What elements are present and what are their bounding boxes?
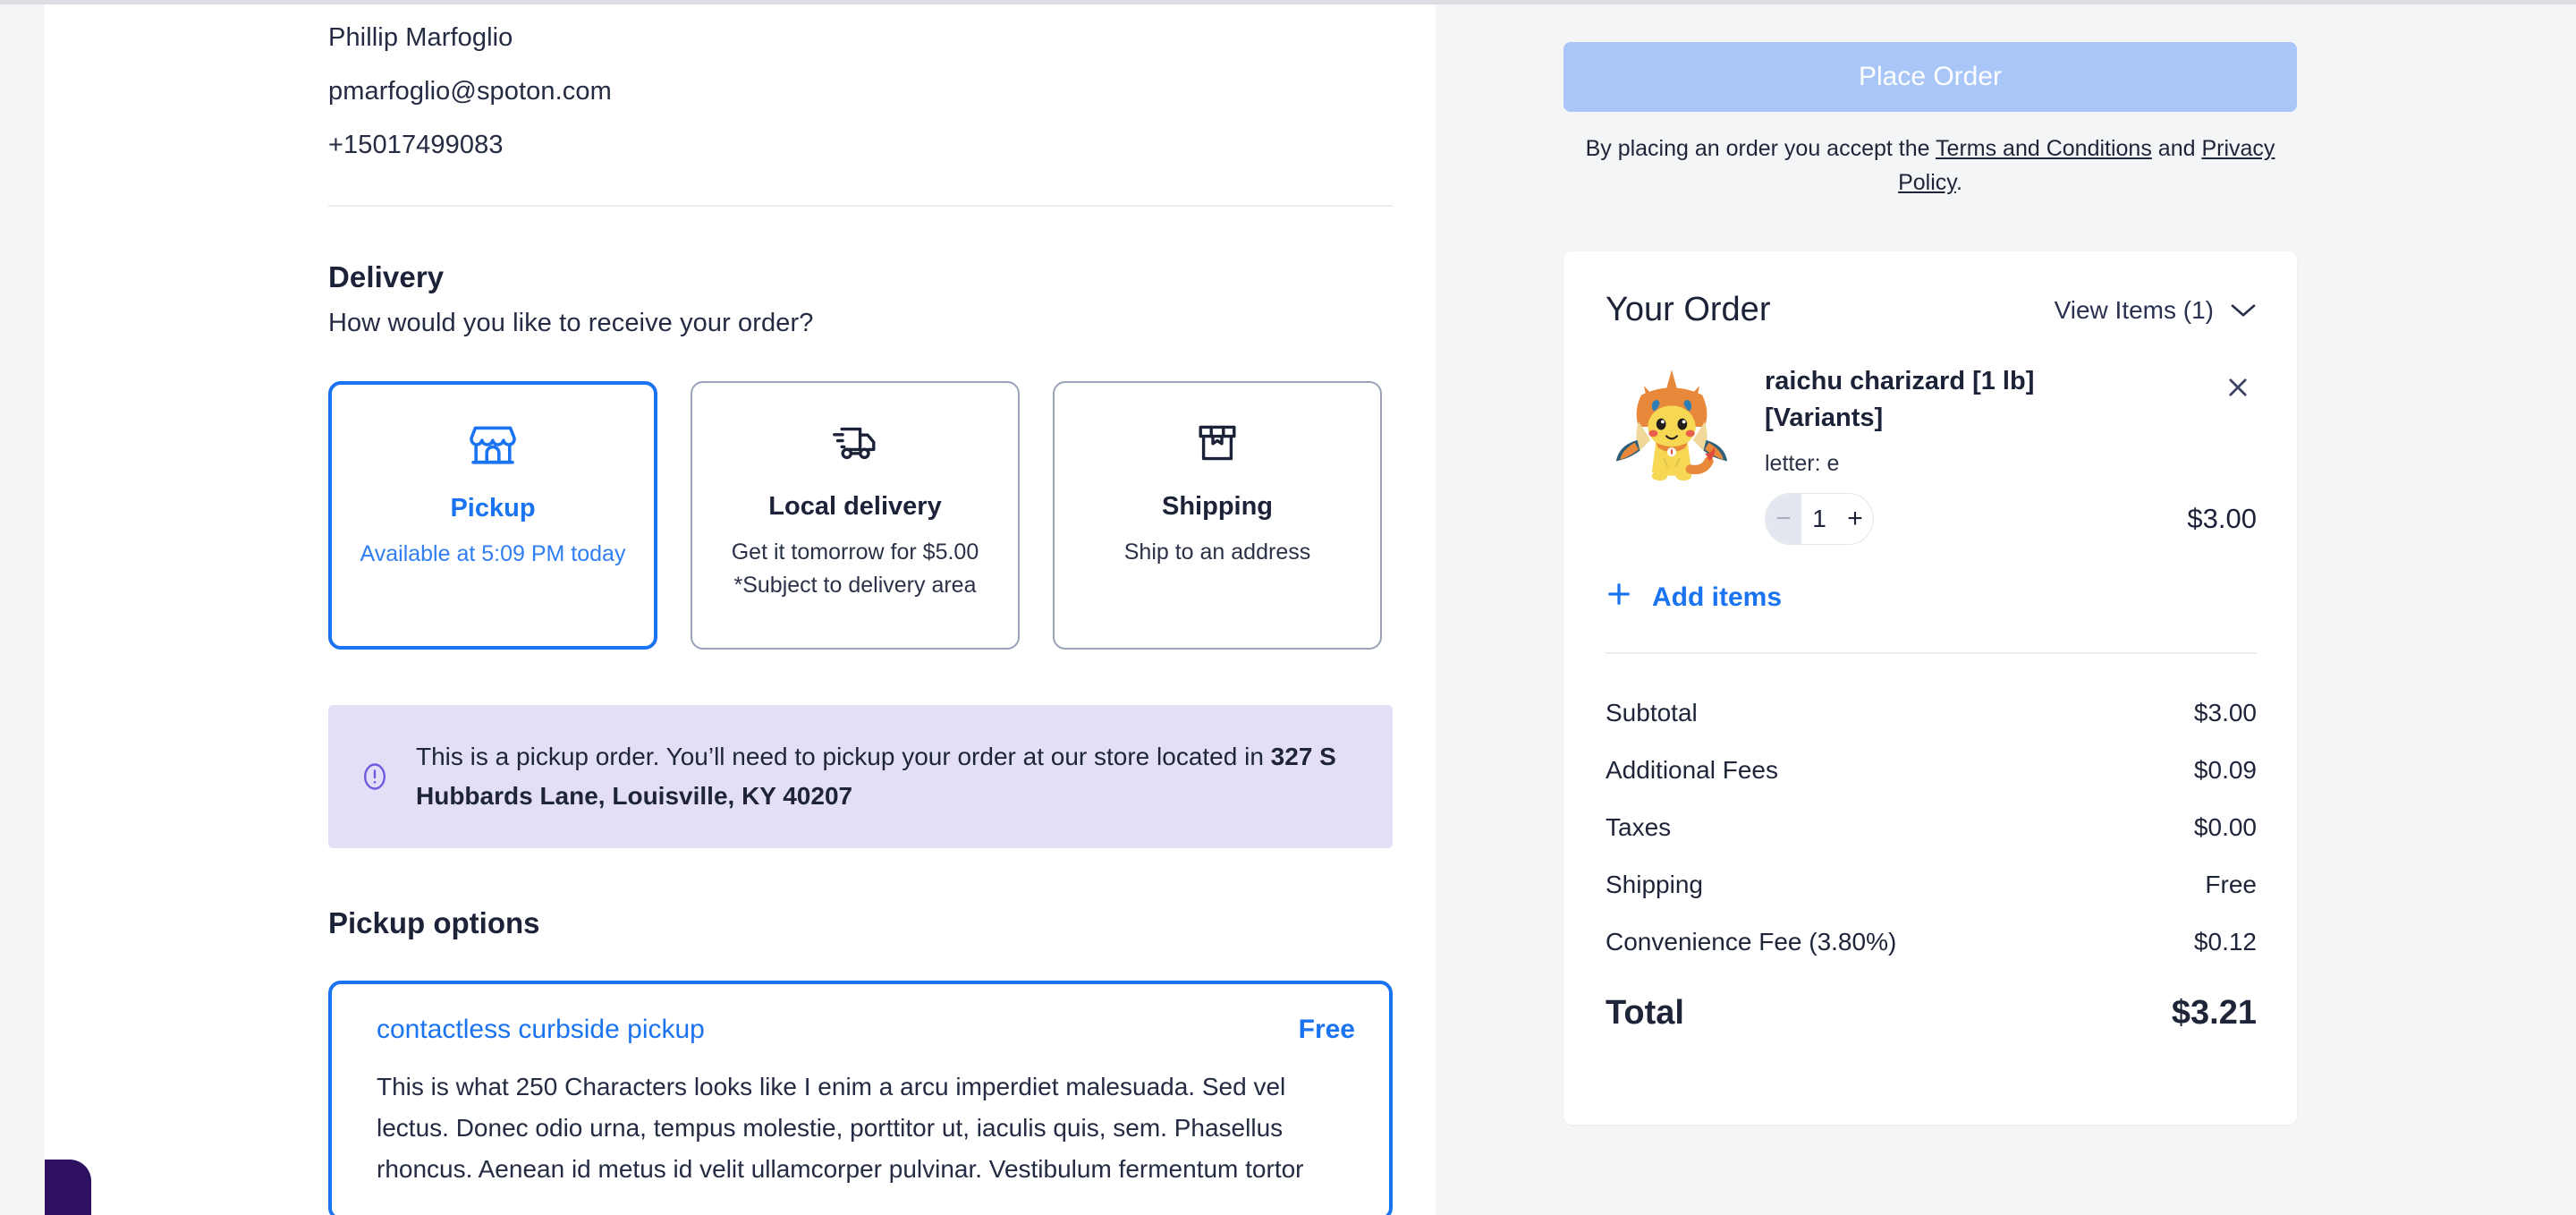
quantity-stepper: − 1 + [1765,493,1874,545]
delivery-option-pickup-title: Pickup [450,494,536,523]
pickup-option-description: This is what 250 Characters looks like I… [377,1073,1304,1183]
delivery-option-shipping-subtitle: Ship to an address [1123,540,1311,565]
delivery-option-pickup-subtitle: Available at 5:09 PM today [360,541,626,566]
total-row-additional-fees: Additional Fees $0.09 [1606,742,2257,799]
total-value-taxes: $0.00 [2193,813,2257,841]
your-order-card: Your Order View Items (1) raichu chariza… [1563,251,2297,1125]
pickup-notice-text: This is a pickup order. You’ll need to p… [416,737,1357,816]
terms-middle-text: and [2151,136,2202,161]
terms-prefix-text: By placing an order you accept the [1585,136,1936,161]
total-row-subtotal: Subtotal $3.00 [1606,684,2257,742]
customer-phone: +15017499083 [328,131,504,159]
delivery-option-shipping-title: Shipping [1161,492,1274,521]
pickup-option-price: Free [1298,1015,1355,1044]
delivery-option-local-delivery[interactable]: Local delivery Get it tomorrow for $5.00… [691,381,1020,650]
delivery-option-shipping[interactable]: Shipping Ship to an address [1053,381,1382,650]
total-label-convenience-fee: Convenience Fee (3.80%) [1606,928,1897,956]
total-row-taxes: Taxes $0.00 [1606,799,2257,856]
total-row-shipping: Shipping Free [1606,856,2257,913]
total-row-convenience-fee: Convenience Fee (3.80%) $0.12 [1606,913,2257,971]
pickup-option-card[interactable]: contactless curbside pickup Free This is… [328,981,1393,1215]
delivery-section-title: Delivery [328,260,445,293]
total-value-convenience-fee: $0.12 [2193,928,2257,956]
quantity-decrease-button[interactable]: − [1766,494,1801,544]
pickup-notice-prefix: This is a pickup order. You’ll need to p… [416,743,1271,770]
view-items-label: View Items (1) [2054,295,2214,324]
order-card-header: Your Order View Items (1) [1606,291,2257,329]
grand-total-value: $3.21 [2171,994,2257,1032]
local-delivery-price-line: Get it tomorrow for $5.00 [731,540,979,565]
delivery-option-local-delivery-title: Local delivery [768,492,942,521]
package-box-icon [1196,417,1239,469]
pickup-options-heading: Pickup options [328,906,540,939]
order-item-name: raichu charizard [1 lb] [Variants] [1765,367,2035,432]
terms-and-conditions-link[interactable]: Terms and Conditions [1936,136,2152,161]
quantity-value: 1 [1812,505,1826,532]
total-label-taxes: Taxes [1606,813,1672,841]
contact-divider [328,205,1393,207]
order-totals: Subtotal $3.00 Additional Fees $0.09 Tax… [1606,684,2257,1047]
delivery-section-subtitle: How would you like to receive your order… [328,309,814,337]
chevron-down-icon [2230,296,2257,325]
pickup-option-header: contactless curbside pickup Free [377,1015,1355,1045]
order-item-top-row: raichu charizard [1 lb] [Variants] [1765,363,2257,437]
place-order-button[interactable]: Place Order [1563,42,2297,112]
add-items-button[interactable]: Add items [1606,581,1782,615]
terms-suffix-text: . [1955,170,1962,195]
checkout-main-panel: Phillip Marfoglio pmarfoglio@spoton.com … [45,4,1436,1215]
total-row-grand-total: Total $3.21 [1606,971,2257,1047]
your-order-title: Your Order [1606,291,1771,328]
info-circle-icon [359,760,391,793]
storefront-icon [470,419,516,471]
total-label-subtotal: Subtotal [1606,699,1698,726]
add-items-label: Add items [1652,582,1783,612]
order-totals-divider [1606,652,2257,654]
delivery-truck-icon [830,417,880,469]
order-summary-column: Place Order By placing an order you acce… [1563,4,2297,1125]
pickup-option-name: contactless curbside pickup [377,1015,705,1044]
delivery-options-group: Pickup Available at 5:09 PM today Local … [328,381,1436,650]
local-delivery-disclaimer-line: *Subject to delivery area [733,573,977,598]
order-item-details: raichu charizard [1 lb] [Variants] lette… [1765,363,2257,545]
delivery-option-pickup[interactable]: Pickup Available at 5:09 PM today [328,381,657,650]
order-item-bottom-row: − 1 + $3.00 [1765,493,2257,545]
total-value-shipping: Free [2205,871,2257,898]
grand-total-label: Total [1606,994,1684,1032]
order-item-price: $3.00 [2187,503,2257,534]
total-value-additional-fees: $0.09 [2193,756,2257,784]
delivery-option-local-delivery-subtitle: Get it tomorrow for $5.00 *Subject to de… [732,536,979,602]
order-line-item: raichu charizard [1 lb] [Variants] lette… [1606,363,2257,545]
quantity-increase-button[interactable]: + [1837,494,1873,544]
customer-name: Phillip Marfoglio [328,23,513,52]
total-label-additional-fees: Additional Fees [1606,756,1779,784]
total-label-shipping: Shipping [1606,871,1703,898]
close-icon[interactable] [2219,369,2257,406]
plus-icon [1606,581,1632,615]
pickup-notice-banner: This is a pickup order. You’ll need to p… [328,705,1393,848]
contact-info-block: Phillip Marfoglio pmarfoglio@spoton.com … [328,4,1436,172]
order-item-variant: letter: e [1765,451,1840,476]
total-value-subtotal: $3.00 [2193,699,2257,726]
view-items-toggle[interactable]: View Items (1) [2055,296,2257,325]
customer-email: pmarfoglio@spoton.com [328,77,612,106]
terms-disclaimer: By placing an order you accept the Terms… [1563,132,2297,200]
chat-widget-corner[interactable] [45,1160,91,1215]
pikachu-charizard-costume-image [1606,363,1738,496]
